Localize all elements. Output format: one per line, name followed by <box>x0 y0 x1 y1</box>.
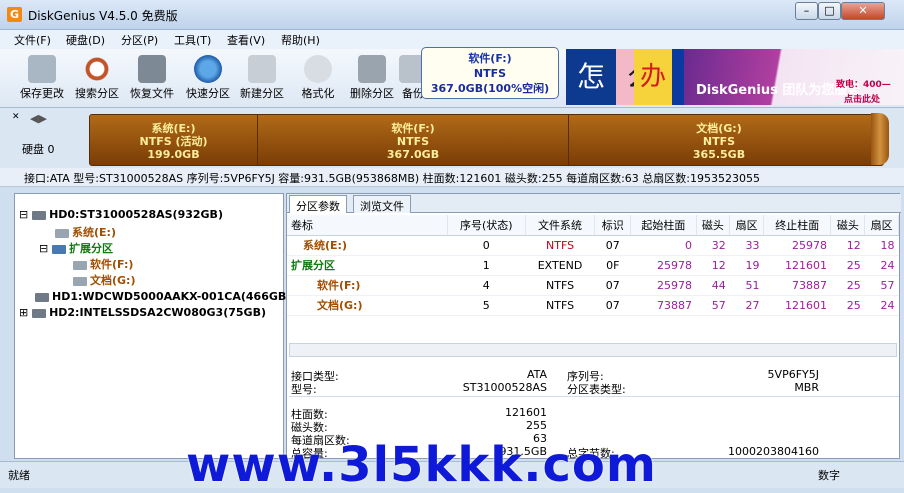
collapse-icon[interactable]: ✕ <box>12 112 20 122</box>
extended-icon <box>52 244 67 254</box>
save-icon <box>28 55 56 83</box>
partition-map: 系统(E:) NTFS (活动) 199.0GB 软件(F:) NTFS 367… <box>89 114 884 166</box>
horizontal-scrollbar[interactable] <box>289 343 897 357</box>
close-button[interactable]: ✕ <box>841 2 885 20</box>
table-row[interactable]: 扩展分区 1 EXTEND 0F 25978 12 19 121601 25 24 <box>287 255 899 276</box>
disk-icon <box>32 308 47 318</box>
disk-info-bar: 接口:ATA 型号:ST31000528AS 序列号:5VP6FY5J 容量:9… <box>0 168 904 187</box>
tab-partition-params[interactable]: 分区参数 <box>289 195 347 213</box>
partition-icon <box>73 276 87 286</box>
recover-files-button[interactable]: 恢复文件 <box>124 51 180 105</box>
tree-node-hd0[interactable]: ⊟ HD0:ST31000528AS(932GB) <box>19 208 223 221</box>
menu-disk[interactable]: 硬盘(D) <box>66 32 105 48</box>
disk-map: ✕ ◀▶ 硬盘 0 系统(E:) NTFS (活动) 199.0GB 软件(F:… <box>0 108 904 168</box>
disk-tree: ⊟ HD0:ST31000528AS(932GB) 系统(E:) ⊟ 扩展分区 … <box>14 193 291 459</box>
format-icon <box>304 55 332 83</box>
trash-icon <box>358 55 386 83</box>
quick-partition-button[interactable]: 快速分区 <box>180 51 236 105</box>
tree-node-hd2[interactable]: ⊞ HD2:INTELSSDSA2CW080G3(75GB) <box>19 306 266 319</box>
tab-browse-files[interactable]: 浏览文件 <box>353 195 411 213</box>
menu-file[interactable]: 文件(F) <box>14 32 51 48</box>
partition-table: 卷标 序号(状态) 文件系统 标识 起始柱面 磁头 扇区 终止柱面 磁头 扇区 … <box>287 215 899 316</box>
new-partition-icon <box>248 55 276 83</box>
delete-partition-button[interactable]: 删除分区 <box>344 51 400 105</box>
status-text: 就绪 <box>8 469 30 482</box>
minimize-button[interactable]: – <box>795 2 818 20</box>
maximize-button[interactable]: □ <box>818 2 841 20</box>
tree-node-system[interactable]: 系统(E:) <box>55 224 116 240</box>
table-row[interactable]: 软件(F:) 4 NTFS 07 25978 44 51 73887 25 57 <box>287 275 899 296</box>
menu-help[interactable]: 帮助(H) <box>281 32 320 48</box>
disk-label: 硬盘 0 <box>22 143 55 156</box>
watermark: www.3l5kkk.com <box>186 437 657 493</box>
search-partition-button[interactable]: 搜索分区 <box>69 51 125 105</box>
quick-partition-icon <box>194 55 222 83</box>
tree-node-docs[interactable]: 文档(G:) <box>73 272 135 288</box>
menu-tools[interactable]: 工具(T) <box>174 32 211 48</box>
num-lock-indicator: 数字 <box>818 469 840 482</box>
tree-node-extended[interactable]: ⊟ 扩展分区 <box>39 240 113 256</box>
app-icon: G <box>7 7 22 22</box>
new-partition-button[interactable]: 新建分区 <box>234 51 290 105</box>
window-title: DiskGenius V4.5.0 免费版 <box>28 9 178 23</box>
partition-segment-f[interactable]: 软件(F:) NTFS 367.0GB <box>258 115 569 165</box>
partition-segment-e[interactable]: 系统(E:) NTFS (活动) 199.0GB <box>90 115 258 165</box>
format-button[interactable]: 格式化 <box>290 51 346 105</box>
magnifier-icon <box>83 55 111 83</box>
tree-node-hd1[interactable]: HD1:WDCWD5000AAKX-001CA(466GB) <box>35 290 291 303</box>
disk-icon <box>32 210 47 220</box>
partition-segment-g[interactable]: 文档(G:) NTFS 365.5GB <box>569 115 869 165</box>
partition-tooltip: 软件(F:) NTFS 367.0GB(100%空闲) <box>421 47 559 99</box>
partition-icon <box>55 228 69 238</box>
menu-partition[interactable]: 分区(P) <box>121 32 158 48</box>
title-bar: G DiskGenius V4.5.0 免费版 – □ ✕ <box>0 0 904 30</box>
tree-node-software[interactable]: 软件(F:) <box>73 256 133 272</box>
partition-panel: 分区参数 浏览文件 卷标 序号(状态) 文件系统 标识 起始柱面 磁头 扇区 终… <box>286 193 901 460</box>
ad-banner[interactable]: 怎 么 办 DiskGenius 团队为您服务 致电：400— 点击此处 <box>566 49 904 105</box>
tab-strip: 分区参数 浏览文件 <box>287 194 901 213</box>
menu-view[interactable]: 查看(V) <box>227 32 265 48</box>
partition-icon <box>73 260 87 270</box>
prev-disk-icon[interactable]: ◀▶ <box>30 112 47 125</box>
recover-icon <box>138 55 166 83</box>
table-row[interactable]: 文档(G:) 5 NTFS 07 73887 57 27 121601 25 24 <box>287 295 899 316</box>
table-row[interactable]: 系统(E:) 0 NTFS 07 0 32 33 25978 12 18 <box>287 235 899 256</box>
save-button[interactable]: 保存更改 <box>14 51 70 105</box>
disk-icon <box>35 292 49 302</box>
